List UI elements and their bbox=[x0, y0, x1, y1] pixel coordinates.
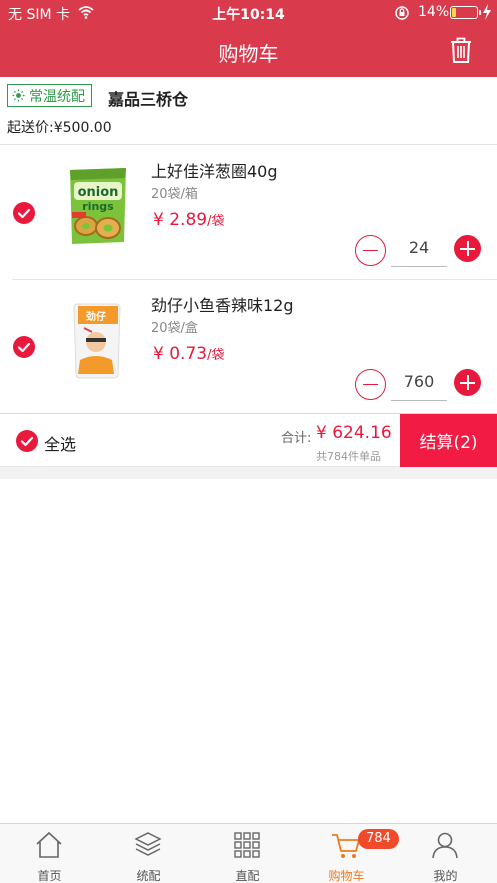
decrease-quantity-button[interactable] bbox=[355, 235, 386, 266]
price-unit: /袋 bbox=[207, 348, 225, 363]
tab-label: 统配 bbox=[136, 869, 161, 883]
warehouse-badge-label: 常温统配 bbox=[29, 88, 85, 105]
cart-icon bbox=[332, 834, 360, 858]
product-price: ¥ 2.89/袋 bbox=[153, 210, 224, 230]
tab-label: 直配 bbox=[235, 869, 260, 883]
checkmark-icon bbox=[20, 436, 34, 447]
store-info: 常温统配 嘉品三桥仓 起送价:¥500.00 bbox=[0, 77, 497, 145]
tab-label: 购物车 bbox=[328, 869, 365, 883]
item-checkbox[interactable] bbox=[13, 202, 35, 224]
tab-unified[interactable]: 统配 bbox=[99, 824, 198, 883]
select-all-label[interactable]: 全选 bbox=[44, 431, 76, 455]
product-spec: 20袋/箱 bbox=[151, 187, 198, 202]
quantity-input[interactable]: 24 bbox=[391, 232, 447, 267]
product-image[interactable]: onion rings bbox=[62, 164, 134, 246]
product-spec: 20袋/盒 bbox=[151, 321, 198, 336]
grid-icon bbox=[234, 832, 260, 858]
quantity-input[interactable]: 760 bbox=[391, 366, 447, 401]
minimum-order-price: 起送价:¥500.00 bbox=[7, 120, 112, 136]
battery-icon bbox=[450, 6, 481, 19]
tab-bar: 首页 统配 直配 购物车 784 我的 bbox=[0, 823, 497, 883]
total-label: 合计: bbox=[281, 431, 312, 446]
price-unit: /袋 bbox=[207, 214, 225, 229]
decrease-quantity-button[interactable] bbox=[355, 369, 386, 400]
product-image[interactable]: 劲仔 bbox=[62, 298, 134, 380]
svg-text:onion: onion bbox=[78, 185, 119, 200]
trash-icon[interactable] bbox=[449, 36, 473, 64]
checkout-button[interactable]: 结算(2) bbox=[400, 414, 497, 467]
cart-count-badge: 784 bbox=[358, 829, 399, 849]
status-bar: 无 SIM 卡 上午10:14 14% bbox=[0, 0, 497, 26]
price-value: ¥ 2.89 bbox=[153, 210, 208, 230]
section-divider bbox=[0, 467, 497, 479]
layers-icon bbox=[134, 832, 162, 856]
item-checkbox[interactable] bbox=[13, 336, 35, 358]
product-price: ¥ 0.73/袋 bbox=[153, 344, 224, 364]
charging-icon bbox=[483, 4, 491, 20]
checkmark-icon bbox=[17, 208, 31, 219]
tab-profile[interactable]: 我的 bbox=[396, 824, 495, 883]
warehouse-badge: 常温统配 bbox=[7, 84, 92, 107]
cart-item: onion rings 上好佳洋葱圈40g 20袋/箱 ¥ 2.89/袋 24 bbox=[0, 146, 497, 280]
increase-quantity-button[interactable] bbox=[454, 235, 481, 262]
tab-label: 首页 bbox=[37, 869, 62, 883]
header: 无 SIM 卡 上午10:14 14% 购物车 bbox=[0, 0, 497, 77]
tab-home[interactable]: 首页 bbox=[0, 824, 99, 883]
cart-item: 劲仔 劲仔小鱼香辣味12g 20袋/盒 ¥ 0.73/袋 760 bbox=[0, 280, 497, 414]
checkout-bar: 全选 合计: ¥ 624.16 共784件单品 结算(2) bbox=[0, 413, 497, 467]
checkmark-icon bbox=[17, 342, 31, 353]
select-all-checkbox[interactable] bbox=[16, 430, 38, 452]
home-icon bbox=[36, 831, 62, 858]
battery-percent: 14% bbox=[418, 4, 450, 20]
page-title: 购物车 bbox=[218, 42, 279, 66]
tab-direct[interactable]: 直配 bbox=[198, 824, 297, 883]
svg-text:rings: rings bbox=[82, 200, 114, 213]
svg-text:劲仔: 劲仔 bbox=[86, 310, 106, 323]
product-title[interactable]: 劲仔小鱼香辣味12g bbox=[151, 292, 294, 316]
orientation-lock-icon bbox=[395, 6, 409, 20]
sun-icon bbox=[12, 89, 25, 102]
product-title[interactable]: 上好佳洋葱圈40g bbox=[151, 158, 278, 182]
price-value: ¥ 0.73 bbox=[153, 344, 208, 364]
user-icon bbox=[432, 832, 458, 859]
increase-quantity-button[interactable] bbox=[454, 369, 481, 396]
tab-label: 我的 bbox=[433, 869, 458, 883]
total-amount: ¥ 624.16 bbox=[316, 423, 392, 443]
item-count: 共784件单品 bbox=[316, 450, 381, 463]
store-name: 嘉品三桥仓 bbox=[108, 90, 189, 109]
